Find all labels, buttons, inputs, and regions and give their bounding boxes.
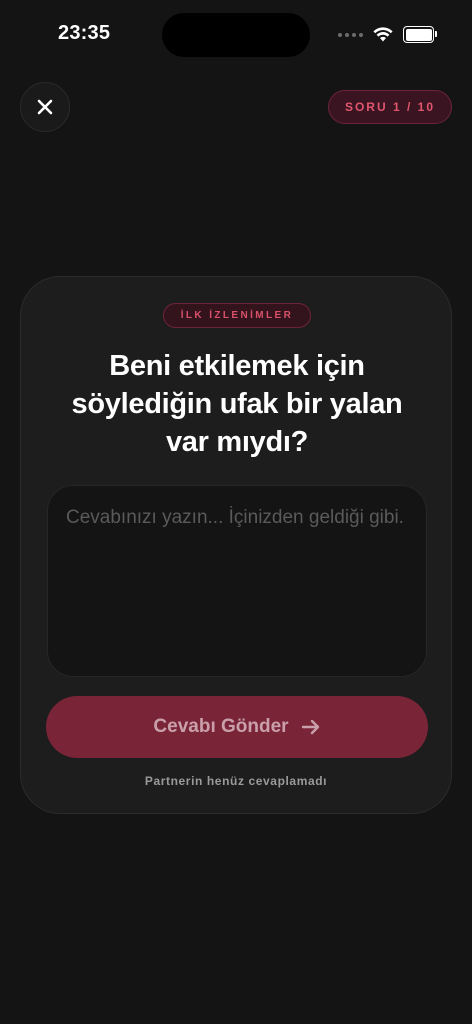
answer-input[interactable] bbox=[47, 485, 427, 677]
arrow-right-icon bbox=[301, 718, 321, 736]
dynamic-island bbox=[162, 13, 310, 57]
status-time: 23:35 bbox=[58, 22, 111, 44]
signal-icon bbox=[338, 32, 363, 37]
partner-status-text: Partnerin henüz cevaplamadı bbox=[144, 774, 328, 788]
status-icons bbox=[338, 26, 437, 43]
close-button[interactable] bbox=[20, 82, 70, 132]
category-badge: İLK İZLENİMLER bbox=[163, 303, 311, 328]
question-counter-badge: SORU 1 / 10 bbox=[327, 90, 452, 124]
submit-button-label: Cevabı Gönder bbox=[153, 716, 289, 737]
close-icon bbox=[37, 99, 53, 115]
submit-answer-button[interactable]: Cevabı Gönder bbox=[46, 696, 428, 758]
wifi-icon bbox=[373, 27, 393, 42]
question-title: Beni etkilemek için söylediğin ufak bir … bbox=[71, 350, 403, 458]
battery-icon bbox=[403, 26, 437, 43]
question-card: İLK İZLENİMLER Beni etkilemek için söyle… bbox=[20, 276, 452, 814]
